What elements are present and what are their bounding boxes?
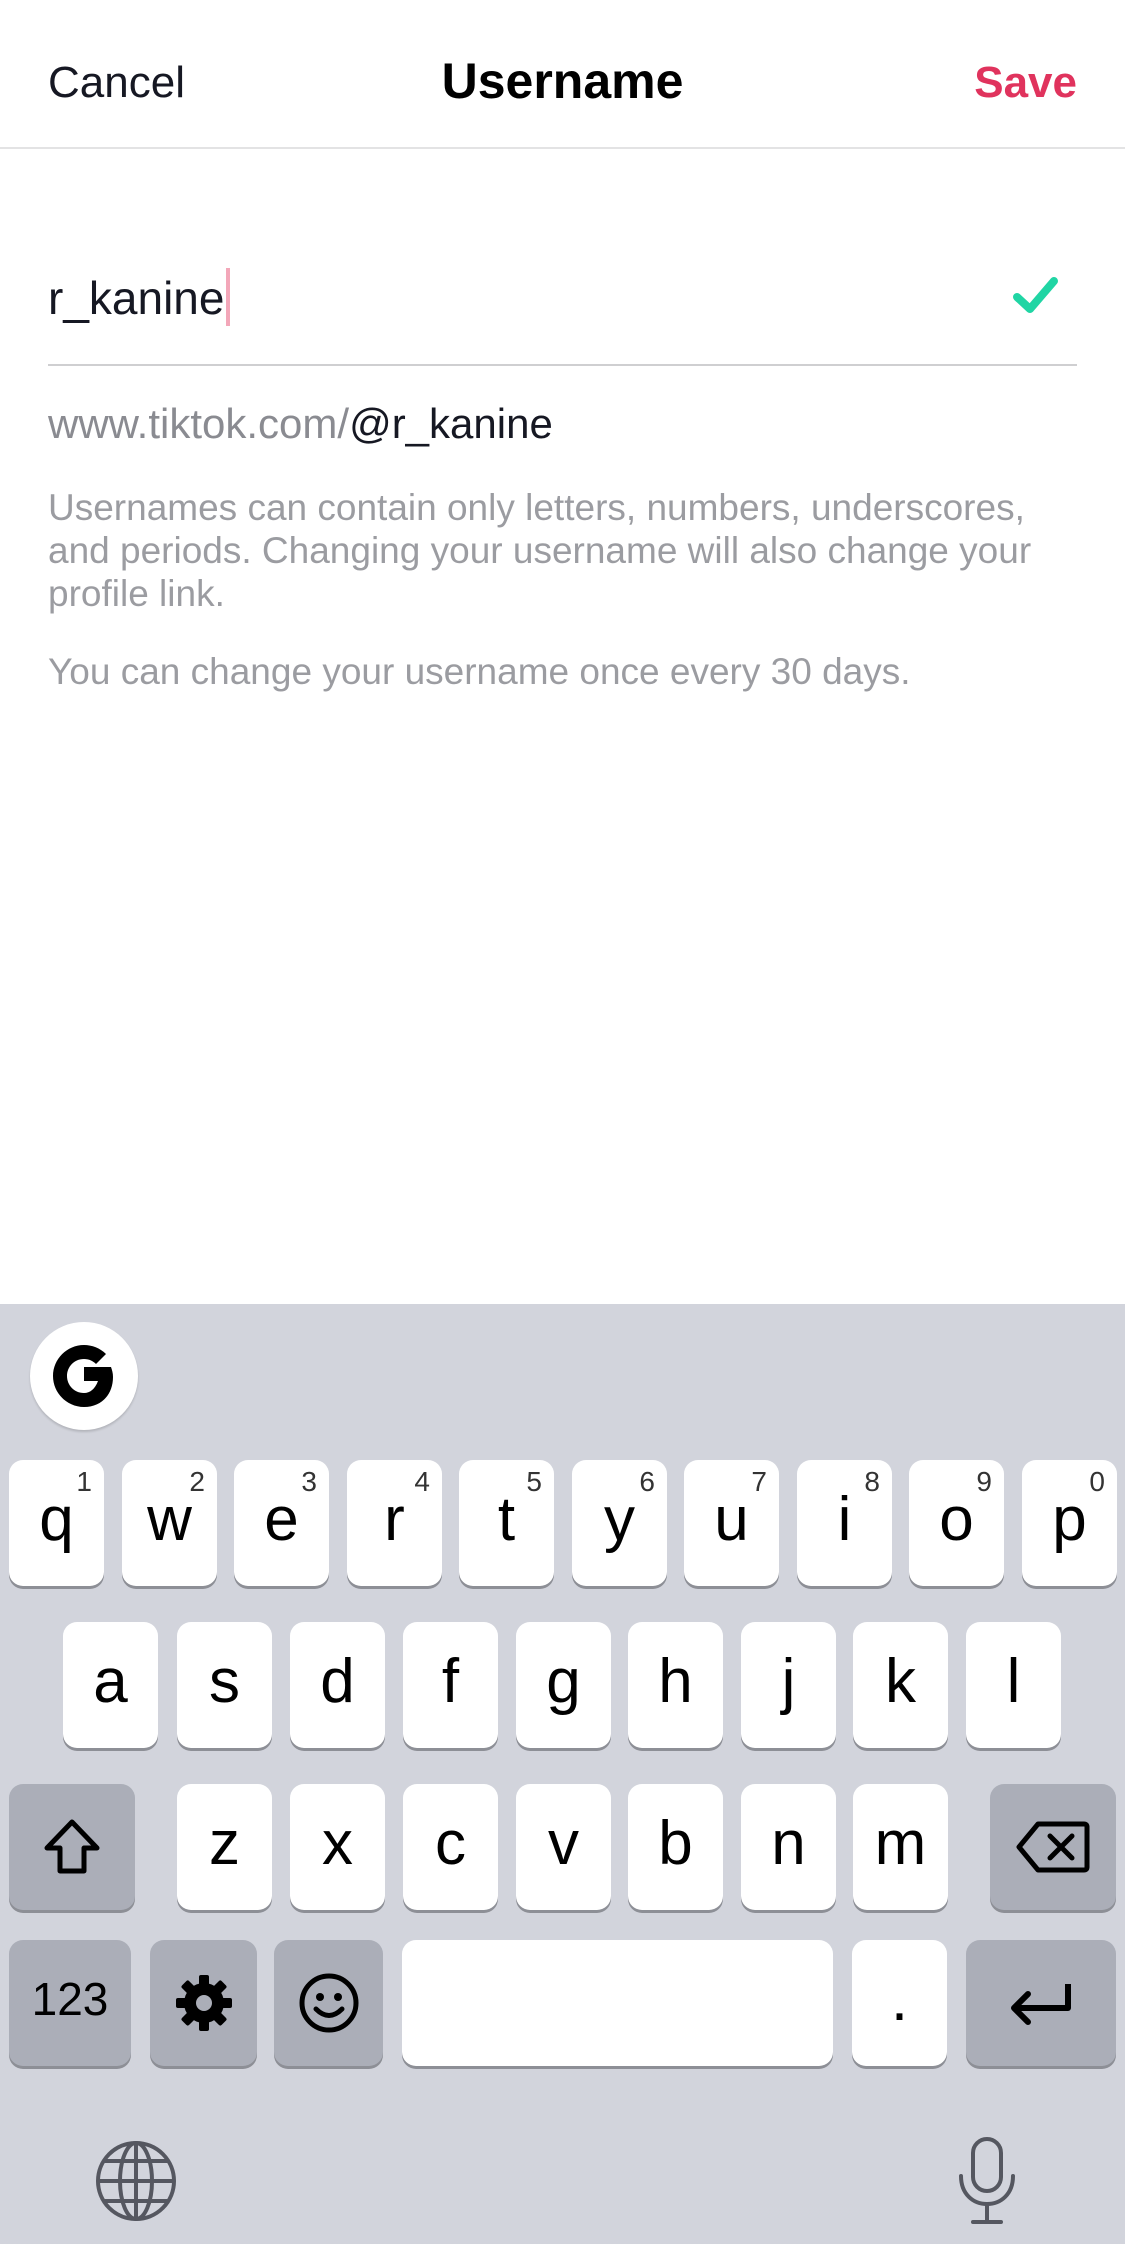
key-label: d <box>320 1646 355 1716</box>
key-label: h <box>658 1646 693 1716</box>
settings-key[interactable] <box>150 1940 257 2066</box>
key-label: c <box>435 1808 466 1878</box>
key-hint: 3 <box>301 1466 317 1497</box>
key-label: 123 <box>31 1973 109 2025</box>
key-label: j <box>781 1646 796 1716</box>
key-label: f <box>441 1646 460 1716</box>
key-label: v <box>548 1808 579 1878</box>
key-hint: 7 <box>751 1466 767 1497</box>
key-c[interactable]: c <box>403 1784 498 1910</box>
key-l[interactable]: l <box>966 1622 1061 1748</box>
key-label: x <box>322 1808 353 1878</box>
username-change-limit-text: You can change your username once every … <box>48 651 911 692</box>
key-w[interactable]: w2 <box>122 1460 217 1586</box>
key-r[interactable]: r4 <box>347 1460 442 1586</box>
key-label: b <box>658 1808 693 1878</box>
key-label: l <box>1006 1646 1021 1716</box>
emoji-key[interactable] <box>274 1940 383 2066</box>
check-icon <box>1013 277 1058 313</box>
key-f[interactable]: f <box>403 1622 498 1748</box>
key-k[interactable]: k <box>853 1622 948 1748</box>
key-hint: 4 <box>414 1466 430 1497</box>
key-label: t <box>497 1484 516 1554</box>
username-rules-text: Usernames can contain only letters, numb… <box>48 487 1032 614</box>
key-t[interactable]: t5 <box>459 1460 554 1586</box>
google-g-icon[interactable] <box>30 1322 138 1430</box>
key-a[interactable]: a <box>63 1622 158 1748</box>
key-label: u <box>714 1484 749 1554</box>
key-label: r <box>384 1484 405 1554</box>
key-x[interactable]: x <box>290 1784 385 1910</box>
space-key[interactable] <box>402 1940 833 2066</box>
backspace-icon <box>1016 1821 1090 1873</box>
keyboard: q1 w2 e3 r4 t5 y6 u7 i8 o9 p0 a s d f g … <box>0 1304 1125 2244</box>
key-label: n <box>771 1808 806 1878</box>
username-input[interactable]: r_kanine <box>48 268 231 326</box>
shift-icon <box>44 1819 100 1874</box>
profile-link-prefix: www.tiktok.com/ <box>48 400 350 447</box>
key-o[interactable]: o9 <box>909 1460 1004 1586</box>
key-s[interactable]: s <box>177 1622 272 1748</box>
key-y[interactable]: y6 <box>572 1460 667 1586</box>
key-v[interactable]: v <box>516 1784 611 1910</box>
key-label: o <box>939 1484 974 1554</box>
key-hint: 1 <box>76 1466 92 1497</box>
key-hint: 0 <box>1089 1466 1105 1497</box>
key-p[interactable]: p0 <box>1022 1460 1117 1586</box>
key-label: k <box>885 1646 916 1716</box>
key-hint: 5 <box>526 1466 542 1497</box>
key-hint: 2 <box>189 1466 205 1497</box>
key-hint: 6 <box>639 1466 655 1497</box>
shift-key[interactable] <box>9 1784 135 1910</box>
backspace-key[interactable] <box>990 1784 1116 1910</box>
emoji-icon <box>299 1973 358 2033</box>
key-h[interactable]: h <box>628 1622 723 1748</box>
key-e[interactable]: e3 <box>234 1460 329 1586</box>
key-label: z <box>209 1808 240 1878</box>
key-label: i <box>837 1484 852 1554</box>
key-label: . <box>890 1964 909 2034</box>
key-label: q <box>39 1484 74 1554</box>
period-key[interactable]: . <box>852 1940 947 2066</box>
gear-icon <box>175 1975 232 2031</box>
key-label: g <box>546 1646 581 1716</box>
key-d[interactable]: d <box>290 1622 385 1748</box>
key-label: p <box>1052 1484 1087 1554</box>
profile-link: www.tiktok.com/@r_kanine <box>48 400 553 448</box>
key-g[interactable]: g <box>516 1622 611 1748</box>
key-b[interactable]: b <box>628 1784 723 1910</box>
nav-header: Cancel Username Save <box>0 0 1125 149</box>
save-button[interactable]: Save <box>974 58 1077 108</box>
username-value: r_kanine <box>48 272 225 324</box>
key-label: m <box>874 1808 927 1878</box>
return-key[interactable] <box>966 1940 1116 2066</box>
key-label: e <box>264 1484 299 1554</box>
profile-link-handle: @r_kanine <box>349 400 553 447</box>
key-i[interactable]: i8 <box>797 1460 892 1586</box>
key-z[interactable]: z <box>177 1784 272 1910</box>
page-title: Username <box>441 53 684 109</box>
key-label: s <box>209 1646 240 1716</box>
key-n[interactable]: n <box>741 1784 836 1910</box>
username-field[interactable]: r_kanine <box>48 230 1077 366</box>
key-j[interactable]: j <box>741 1622 836 1748</box>
microphone-icon[interactable] <box>956 2136 1018 2226</box>
numbers-key[interactable]: 123 <box>9 1940 131 2066</box>
key-hint: 9 <box>976 1466 992 1497</box>
key-hint: 8 <box>864 1466 880 1497</box>
globe-icon[interactable] <box>95 2140 177 2222</box>
text-caret <box>226 268 231 326</box>
key-q[interactable]: q1 <box>9 1460 104 1586</box>
return-icon <box>1011 1984 1071 2025</box>
key-label: a <box>93 1646 128 1716</box>
key-m[interactable]: m <box>853 1784 948 1910</box>
key-label: y <box>604 1484 635 1554</box>
key-u[interactable]: u7 <box>684 1460 779 1586</box>
key-label: w <box>147 1484 192 1554</box>
